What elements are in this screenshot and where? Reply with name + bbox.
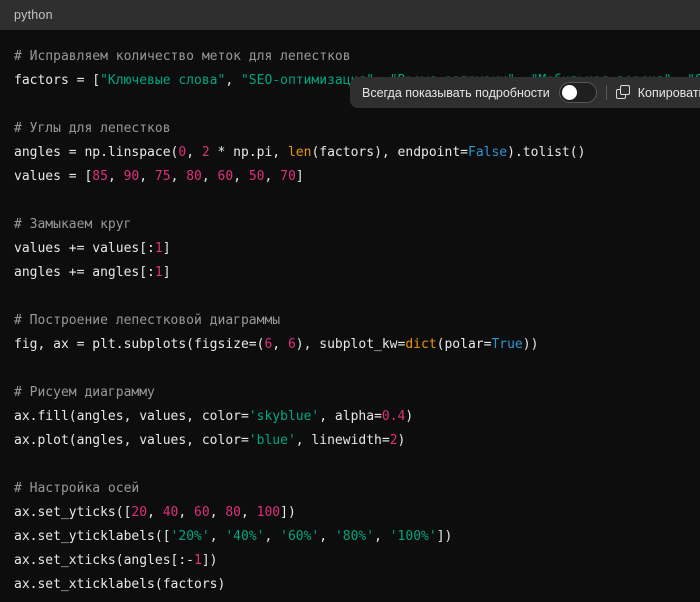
toggle-knob (562, 85, 577, 100)
copy-code-label: Копировать код (638, 86, 700, 100)
code-line: ax.fill(angles, values, color='skyblue',… (14, 405, 700, 429)
code-line: fig, ax = plt.subplots(figsize=(6, 6), s… (14, 333, 700, 357)
code-line: # Настройка осей (14, 477, 700, 501)
code-line: angles = np.linspace(0, 2 * np.pi, len(f… (14, 141, 700, 165)
code-line: ax.set_xticklabels(factors) (14, 573, 700, 597)
code-lines: # Исправляем количество меток для лепест… (14, 45, 700, 597)
code-line: # Замыкаем круг (14, 213, 700, 237)
details-toggle-label: Всегда показывать подробности (362, 86, 550, 100)
copy-icon (616, 85, 631, 100)
code-line: # Исправляем количество меток для лепест… (14, 45, 700, 69)
language-label: python (14, 8, 53, 22)
code-block-header: python (0, 0, 700, 30)
code-line (14, 189, 700, 213)
code-line: angles += angles[:1] (14, 261, 700, 285)
code-line: values = [85, 90, 75, 80, 60, 50, 70] (14, 165, 700, 189)
code-line (14, 453, 700, 477)
code-line: # Углы для лепестков (14, 117, 700, 141)
code-line: # Построение лепестковой диаграммы (14, 309, 700, 333)
code-line: ax.set_yticks([20, 40, 60, 80, 100]) (14, 501, 700, 525)
controls-divider (606, 85, 607, 100)
code-block: # Исправляем количество меток для лепест… (0, 30, 700, 602)
code-line (14, 357, 700, 381)
code-line: values += values[:1] (14, 237, 700, 261)
code-line: ax.set_yticklabels(['20%', '40%', '60%',… (14, 525, 700, 549)
details-toggle-switch[interactable] (559, 82, 597, 103)
code-line: ax.plot(angles, values, color='blue', li… (14, 429, 700, 453)
code-line (14, 285, 700, 309)
copy-code-button[interactable]: Копировать код (616, 85, 700, 100)
code-line: ax.set_xticks(angles[:-1]) (14, 549, 700, 573)
code-line: # Рисуем диаграмму (14, 381, 700, 405)
code-controls-bar: Всегда показывать подробности Копировать… (350, 77, 700, 108)
